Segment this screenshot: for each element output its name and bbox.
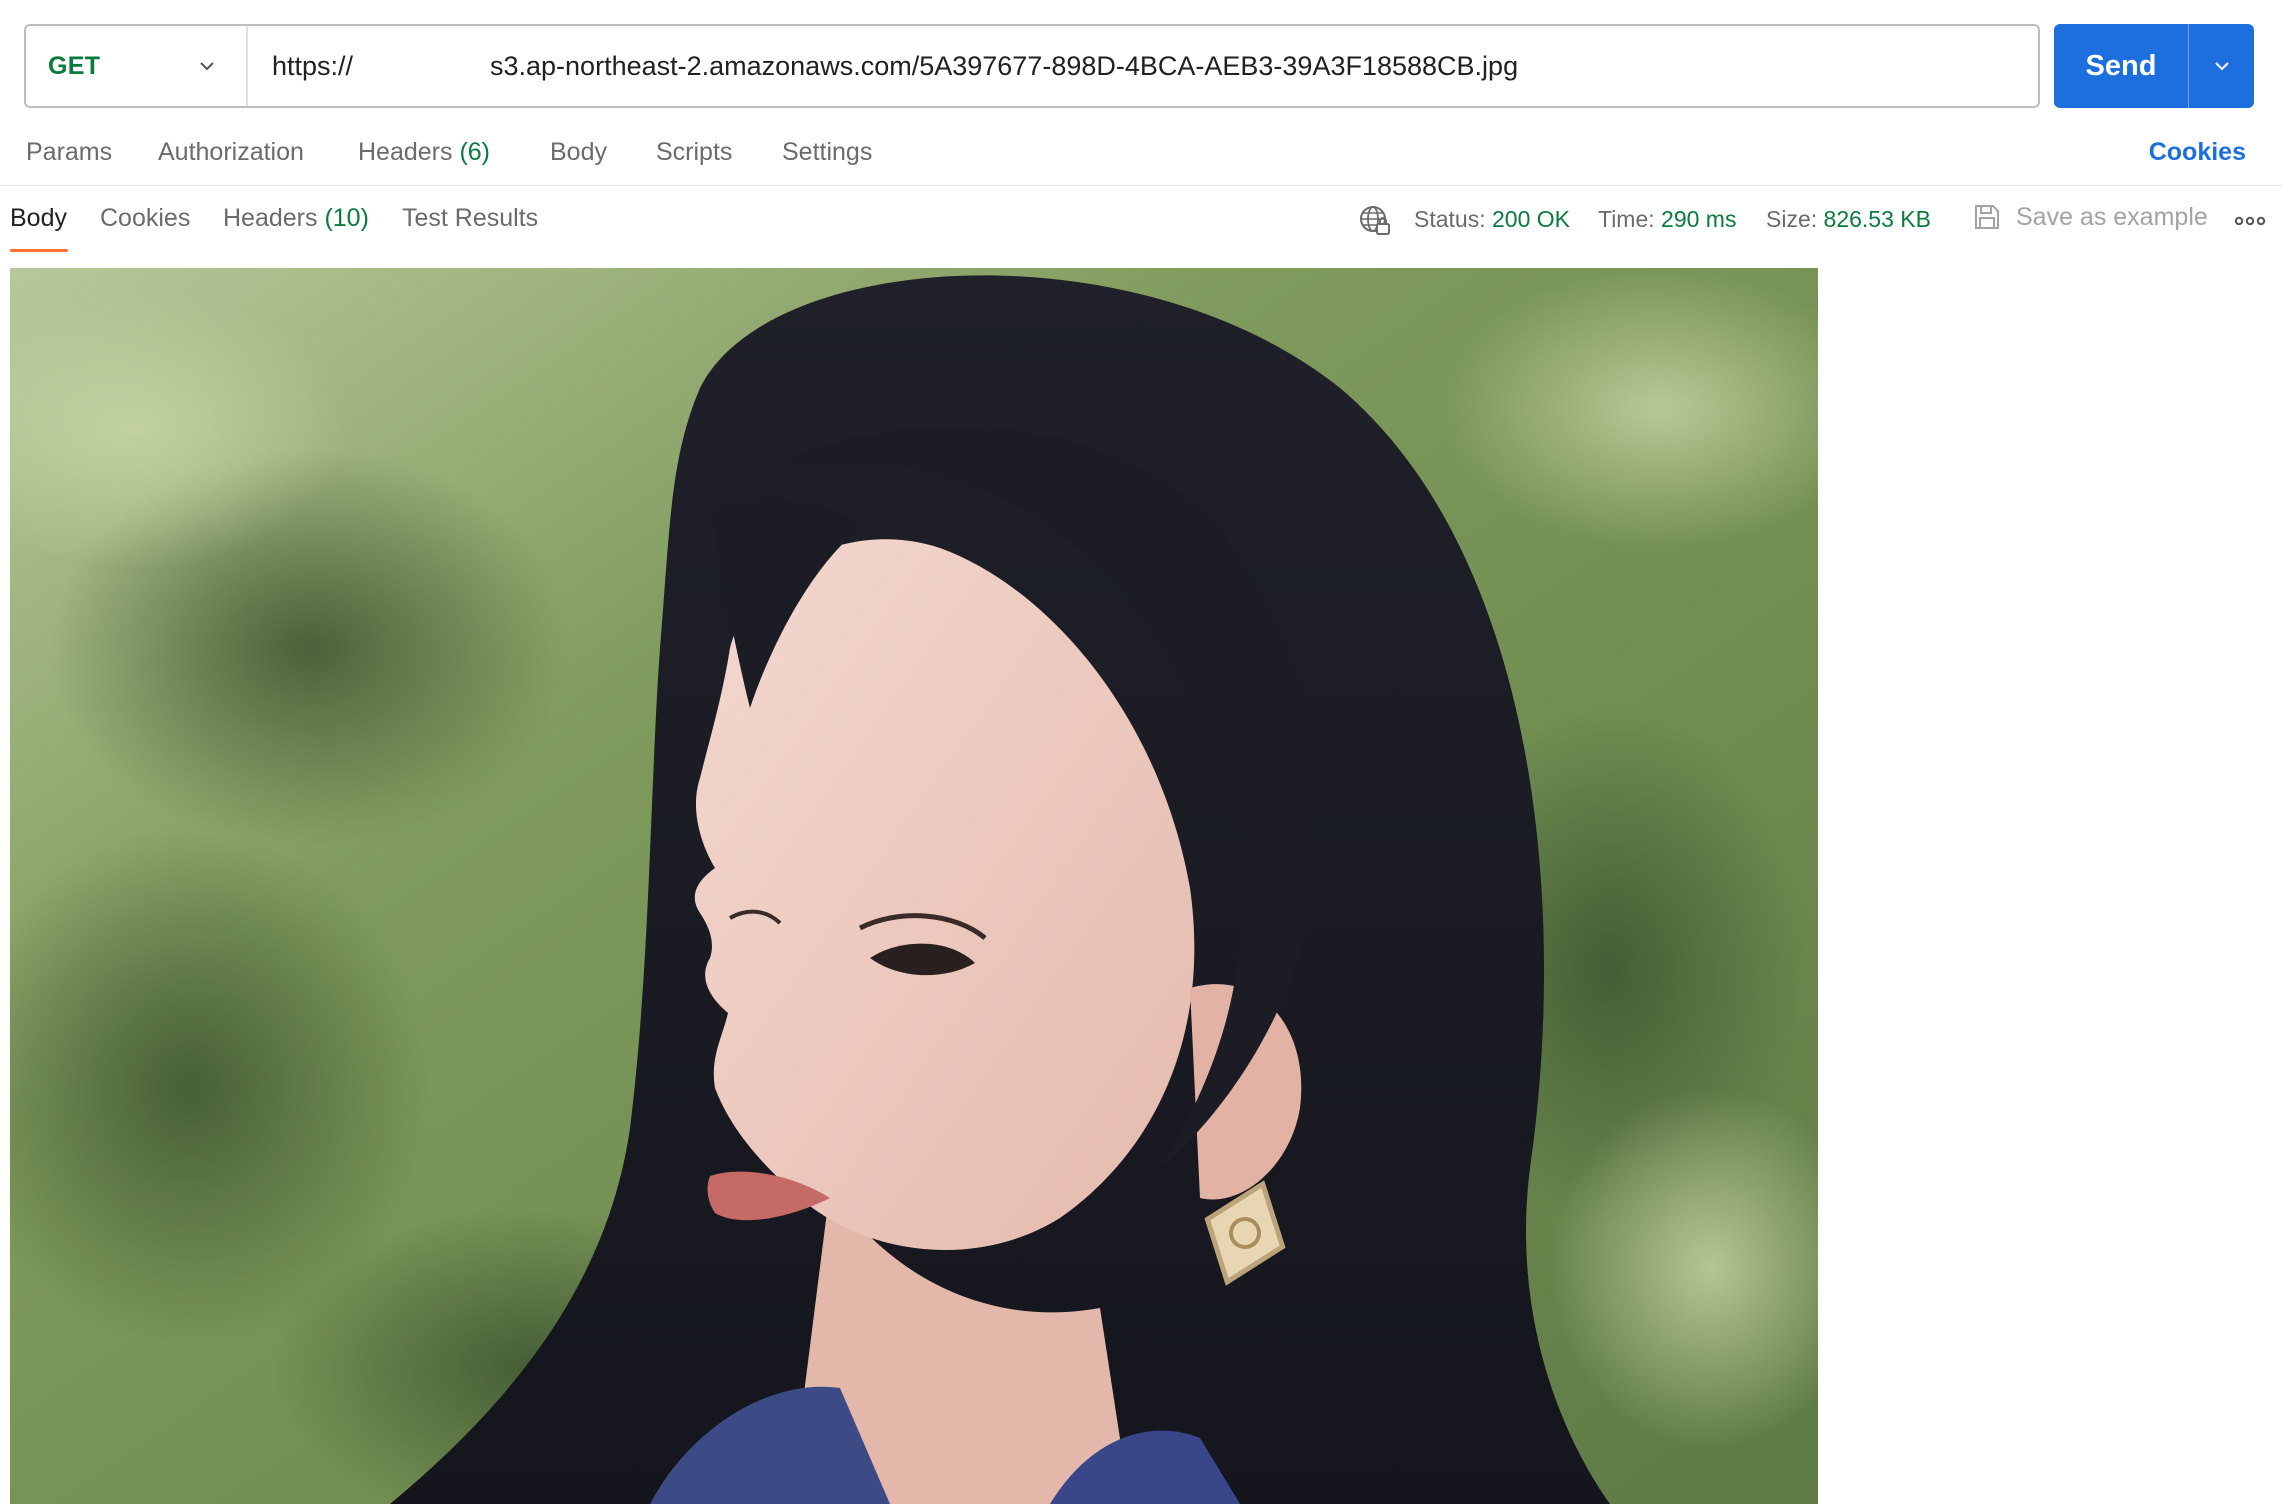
tab-scripts[interactable]: Scripts [656,138,732,167]
status-label: Status: [1414,206,1486,232]
url-text: s3.ap-northeast-2.amazonaws.com/5A397677… [490,50,1519,81]
size-value: 826.53 KB [1823,206,1931,232]
time-label: Time: [1598,206,1655,232]
tab-label: Authorization [158,138,304,166]
tab-params[interactable]: Params [26,138,112,167]
save-as-example-label: Save as example [2016,202,2208,231]
globe-lock-icon[interactable] [1358,204,1392,238]
tab-label: Scripts [656,138,733,166]
request-url-bar: GET https:// s3.ap-northeast-2.amazonaws… [24,24,2254,108]
cookies-link[interactable]: Cookies [2149,138,2246,167]
time-value: 290 ms [1661,206,1737,232]
tab-headers[interactable]: Headers (6) [358,138,490,167]
time-readout: Time: 290 ms [1598,206,1736,233]
url-box: GET https:// s3.ap-northeast-2.amazonaws… [24,24,2040,108]
tab-count: (10) [324,204,369,232]
response-toolbar: Body Cookies Headers (10) Test Results S… [0,190,2282,262]
tab-label: Headers [223,204,318,232]
tab-label: Cookies [100,204,191,232]
more-options-icon[interactable] [2234,206,2266,236]
request-tabs: Params Authorization Headers (6) Body Sc… [0,120,2282,186]
tab-label: Test Results [402,204,539,232]
method-select[interactable]: GET [26,26,248,106]
send-button-group: Send [2054,24,2254,108]
save-icon [1975,205,1999,229]
response-tab-body[interactable]: Body [10,204,67,233]
size-label: Size: [1766,206,1818,232]
save-as-example-button[interactable]: Save as example [1972,202,2208,232]
send-options-button[interactable] [2189,24,2254,108]
active-tab-indicator [10,249,68,252]
size-readout: Size: 826.53 KB [1766,206,1931,233]
tab-label: Settings [782,138,873,166]
portrait-photo [10,268,1818,1504]
chevron-down-icon [200,62,214,71]
tab-authorization[interactable]: Authorization [158,138,304,167]
tab-count: (6) [459,138,491,166]
response-tab-headers[interactable]: Headers (10) [223,204,369,233]
method-label: GET [48,51,101,80]
status-value: 200 OK [1492,206,1570,232]
response-tab-test-results[interactable]: Test Results [402,204,538,233]
url-input[interactable]: https:// s3.ap-northeast-2.amazonaws.com… [248,26,2038,106]
send-button[interactable]: Send [2054,24,2188,108]
tab-settings[interactable]: Settings [782,138,872,167]
tab-body[interactable]: Body [550,138,607,167]
status-readout: Status: 200 OK [1414,206,1570,233]
tab-label: Params [26,138,113,166]
tab-label: Body [550,138,607,166]
chevron-down-icon [2214,62,2229,71]
url-prefix: https:// [272,50,354,81]
tab-label: Body [10,204,67,232]
tab-label: Headers [358,138,453,166]
response-image [10,268,1818,1504]
response-tab-cookies[interactable]: Cookies [100,204,190,233]
api-client-window: GET https:// s3.ap-northeast-2.amazonaws… [0,0,2282,1508]
